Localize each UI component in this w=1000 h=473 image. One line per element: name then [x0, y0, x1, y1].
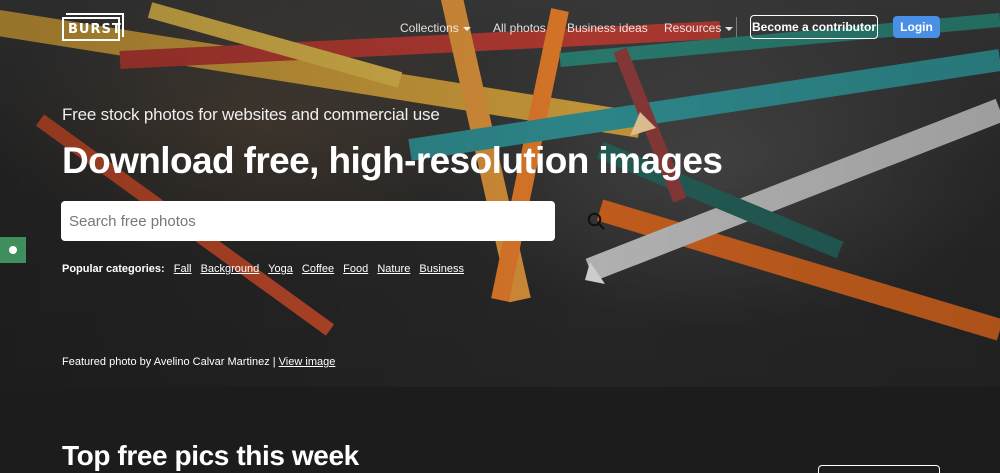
- become-contributor-button[interactable]: Become a contributor: [750, 15, 878, 39]
- top-navigation: BURST Collections All photos Business id…: [0, 0, 1000, 54]
- category-link-food[interactable]: Food: [343, 263, 368, 275]
- featured-photo-credit: Featured photo by Avelino Calvar Martine…: [62, 356, 335, 368]
- logo-wordmark: BURST: [68, 22, 122, 37]
- nav-all-photos-link[interactable]: All photos: [493, 20, 546, 36]
- search-icon[interactable]: [587, 212, 605, 230]
- burst-logo[interactable]: BURST: [62, 13, 124, 41]
- chevron-down-icon: [725, 26, 734, 31]
- category-link-nature[interactable]: Nature: [377, 263, 410, 275]
- nav-collections-link[interactable]: Collections: [400, 20, 471, 36]
- category-link-yoga[interactable]: Yoga: [268, 263, 293, 275]
- category-link-business[interactable]: Business: [419, 263, 464, 275]
- category-link-background[interactable]: Background: [201, 263, 260, 275]
- hero-headline: Download free, high-resolution images: [62, 140, 723, 181]
- info-icon: [9, 246, 17, 254]
- popular-categories: Popular categories: Fall Background Yoga…: [62, 263, 470, 275]
- search-bar: [61, 201, 605, 241]
- side-feedback-tab[interactable]: [0, 237, 26, 263]
- search-input[interactable]: [69, 201, 509, 241]
- login-button[interactable]: Login: [893, 16, 940, 38]
- hero-tagline: Free stock photos for websites and comme…: [62, 105, 440, 124]
- nav-business-ideas-label: Business ideas: [567, 21, 648, 35]
- popular-categories-label: Popular categories:: [62, 263, 165, 275]
- section-action-button[interactable]: [818, 465, 940, 473]
- view-image-link[interactable]: View image: [279, 356, 336, 368]
- section-title: Top free pics this week: [62, 440, 359, 471]
- nav-divider: [736, 17, 737, 37]
- nav-business-ideas-link[interactable]: Business ideas: [567, 20, 648, 36]
- category-link-coffee[interactable]: Coffee: [302, 263, 334, 275]
- hero-banner: [0, 0, 1000, 387]
- featured-photo-text: Featured photo by Avelino Calvar Martine…: [62, 356, 276, 368]
- nav-resources-link[interactable]: Resources: [664, 20, 734, 36]
- chevron-down-icon: [462, 26, 471, 31]
- nav-collections-label: Collections: [400, 21, 459, 35]
- category-link-fall[interactable]: Fall: [174, 263, 192, 275]
- nav-resources-label: Resources: [664, 21, 722, 35]
- nav-all-photos-label: All photos: [493, 21, 546, 35]
- hero-overlay: [0, 0, 1000, 387]
